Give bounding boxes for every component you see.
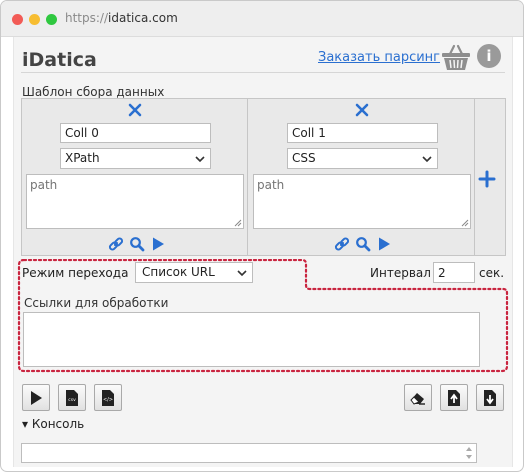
browser-window: https://idatica.com iDatica Заказать пар…	[0, 0, 524, 472]
interval-input[interactable]	[433, 262, 475, 283]
download-button[interactable]	[476, 384, 504, 411]
run-button[interactable]	[22, 384, 50, 411]
upload-button[interactable]	[440, 384, 468, 411]
selector-type-value: CSS	[292, 151, 316, 165]
selector-type-value: XPath	[65, 151, 100, 165]
template-label: Шаблон сбора данных	[22, 85, 165, 99]
template-column-0: XPath	[22, 99, 248, 255]
play-icon[interactable]	[150, 236, 166, 252]
search-icon[interactable]	[129, 236, 145, 252]
navigation-mode-value: Список URL	[142, 265, 215, 279]
basket-icon[interactable]	[441, 43, 471, 71]
maximize-window-dot[interactable]	[46, 14, 57, 25]
path-textarea[interactable]	[253, 174, 471, 229]
column-name-input[interactable]	[287, 123, 438, 143]
resize-grip-icon[interactable]	[234, 219, 242, 227]
address-bar[interactable]: https://idatica.com	[65, 11, 178, 25]
link-icon[interactable]	[108, 236, 124, 252]
column-name-input[interactable]	[60, 123, 211, 143]
chevron-down-icon	[237, 270, 247, 277]
url-protocol: https://	[65, 11, 109, 25]
spinner-arrows-icon[interactable]	[465, 446, 473, 460]
url-domain: idatica.com	[108, 11, 178, 25]
links-label: Ссылки для обработки	[24, 296, 169, 310]
minimize-window-dot[interactable]	[29, 14, 40, 25]
download-file-icon	[484, 390, 496, 406]
console-input[interactable]	[21, 443, 477, 463]
add-column-plus-icon[interactable]	[477, 169, 497, 189]
template-table: XPath CSS	[21, 98, 506, 256]
code-export-button[interactable]: </>	[94, 384, 122, 411]
close-window-dot[interactable]	[12, 14, 23, 25]
code-icon-text: </>	[103, 397, 113, 403]
links-textarea[interactable]	[23, 312, 480, 367]
eraser-icon	[410, 393, 425, 405]
selector-type-select[interactable]: XPath	[60, 148, 211, 169]
header-divider	[21, 72, 505, 73]
column-tools	[334, 236, 394, 252]
resize-grip-icon[interactable]	[461, 219, 469, 227]
code-file-icon: </>	[102, 390, 114, 406]
csv-export-button[interactable]: csv	[58, 384, 86, 411]
chevron-down-icon	[195, 156, 205, 163]
interval-unit: сек.	[479, 266, 505, 280]
brand-title: iDatica	[22, 49, 97, 71]
eraser-button[interactable]	[404, 384, 432, 411]
browser-titlebar: https://idatica.com	[1, 1, 523, 37]
play-icon[interactable]	[376, 236, 392, 252]
selector-type-select[interactable]: CSS	[287, 148, 438, 169]
console-toggle[interactable]: ▾ Консоль	[22, 417, 84, 431]
order-parsing-link[interactable]: Заказать парсинг	[318, 50, 440, 65]
navigation-mode-select[interactable]: Список URL	[135, 262, 253, 283]
navigation-mode-label: Режим перехода	[22, 266, 129, 280]
chevron-down-icon	[422, 156, 432, 163]
column-tools	[108, 236, 168, 252]
path-textarea[interactable]	[26, 174, 244, 229]
csv-file-icon: csv	[66, 390, 78, 406]
upload-file-icon	[448, 390, 460, 406]
delete-column-icon[interactable]	[128, 103, 142, 117]
template-column-1: CSS	[249, 99, 475, 255]
csv-icon-text: csv	[68, 398, 76, 403]
search-icon[interactable]	[355, 236, 371, 252]
info-icon[interactable]: i	[477, 44, 501, 68]
interval-label: Интервал	[370, 266, 431, 280]
delete-column-icon[interactable]	[355, 103, 369, 117]
extension-panel: iDatica Заказать парсинг i Шаблон сбора …	[13, 37, 513, 467]
link-icon[interactable]	[334, 236, 350, 252]
play-icon	[31, 391, 42, 405]
